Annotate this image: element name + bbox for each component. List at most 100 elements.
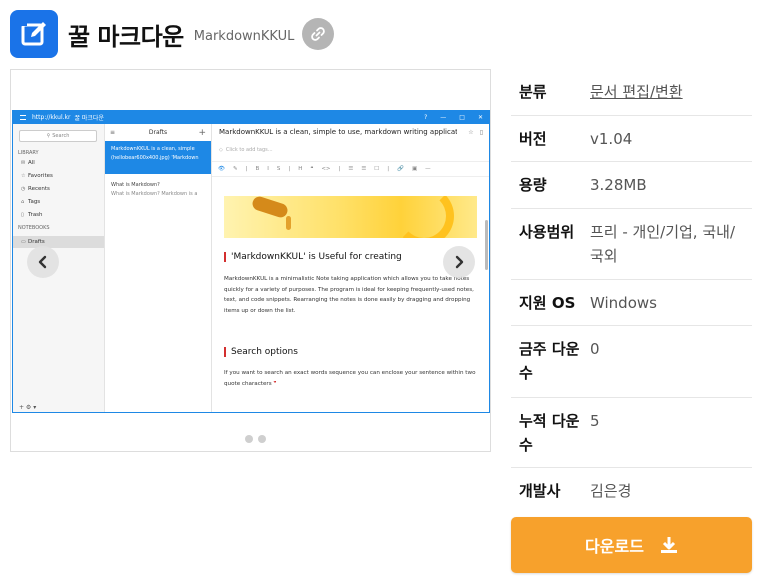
note-heading-1: 'MarkdownKKUL' is Useful for creating	[224, 252, 402, 262]
edit-mode-icon: ✎	[232, 166, 238, 172]
chevron-left-icon	[38, 255, 47, 269]
inner-scrollbar	[485, 220, 488, 270]
size-label: 용량	[519, 176, 547, 194]
info-row-weekly: 금주 다운수 0	[511, 326, 752, 398]
prev-slide-button[interactable]	[27, 246, 59, 278]
inner-titlebar: http://kkul.kr 꿀 마크다운 ? — □ ✕	[13, 111, 489, 124]
next-slide-button[interactable]	[443, 246, 475, 278]
inner-list-title: Drafts	[148, 129, 168, 136]
app-logo	[10, 10, 58, 58]
inner-item-all: ✉ All	[21, 160, 35, 166]
link-icon	[311, 27, 326, 41]
slide-dot-1[interactable]	[245, 435, 253, 443]
inner-item-recents: ◷ Recents	[21, 186, 50, 192]
inner-url: http://kkul.kr	[32, 114, 71, 121]
app-screenshot: http://kkul.kr 꿀 마크다운 ? — □ ✕ ⚲ Search LI…	[12, 110, 490, 413]
inner-note-title: MarkdownKKUL is a clean, simple to use, …	[219, 128, 457, 136]
quote-icon: ❝	[310, 166, 314, 172]
download-button[interactable]: 다운로드	[511, 517, 752, 573]
info-row-os: 지원 OS Windows	[511, 280, 752, 326]
inner-search: ⚲ Search	[19, 130, 97, 142]
image-insert-icon: ▣	[411, 166, 418, 172]
italic-icon: I	[267, 166, 269, 172]
chevron-right-icon	[455, 255, 464, 269]
inner-note-actions: ☆ ▯	[468, 129, 483, 136]
download-icon	[660, 537, 677, 553]
tag-icon: ⌂	[21, 199, 25, 205]
slide-dot-2[interactable]	[258, 435, 266, 443]
info-table: 분류 문서 편집/변환 버전 v1.04 용량 3.28MB 사용범위 프리 -…	[511, 69, 752, 514]
list-item: MarkdownKKUL is a clean, simple (hellobe…	[105, 141, 211, 174]
info-row-developer: 개발사 김은경	[511, 468, 752, 514]
os-label: 지원 OS	[519, 294, 576, 312]
trash-icon: ▯	[21, 212, 24, 218]
note-paragraph-2: If you want to search an exact words seq…	[224, 370, 476, 387]
library-label: LIBRARY	[18, 150, 39, 156]
note-heading-2: Search options	[224, 347, 298, 357]
menu-icon	[20, 115, 26, 120]
inner-item-drafts: ▭ Drafts	[13, 236, 104, 248]
download-label: 다운로드	[585, 537, 644, 556]
checkbox-icon: ☐	[374, 166, 380, 172]
clock-icon: ◷	[21, 186, 26, 192]
search-icon: ⚲	[46, 133, 51, 139]
inner-note-body: 'MarkdownKKUL' is Useful for creating Ma…	[224, 196, 477, 411]
close-control: ✕	[477, 114, 483, 121]
sort-icon: ≡	[110, 129, 116, 136]
bullet-list-icon: ☰	[348, 166, 354, 172]
favorite-icon: ☆	[468, 129, 474, 136]
os-value: Windows	[590, 294, 657, 312]
inner-sidebar-footer: + ⚙ ▾	[19, 404, 37, 411]
category-link[interactable]: 문서 편집/변환	[590, 80, 752, 115]
inner-list-header: ≡ Drafts +	[105, 124, 211, 141]
preview-icon: 👁	[218, 166, 225, 172]
developer-label: 개발사	[519, 482, 561, 500]
link-button[interactable]	[302, 18, 335, 50]
tag-icon: ◇	[219, 147, 223, 153]
version-label: 버전	[519, 130, 547, 148]
inner-sidebar: ⚲ Search LIBRARY ✉ All ☆ Favorites ◷ Recents…	[13, 124, 105, 412]
category-label: 분류	[519, 83, 547, 101]
inner-item-tags: ⌂ Tags	[21, 199, 41, 205]
code-icon: <>	[321, 166, 331, 172]
info-row-total: 누적 다운수 5	[511, 398, 752, 468]
list-item: What is Markdown? What is Markdown? Mark…	[111, 182, 198, 197]
total-downloads-value: 5	[590, 412, 600, 430]
info-row-size: 용량 3.28MB	[511, 162, 752, 209]
version-value: v1.04	[590, 130, 633, 148]
inner-tags: ◇ Click to add tags...	[219, 147, 273, 153]
info-row-version: 버전 v1.04	[511, 116, 752, 162]
inner-item-favorites: ☆ Favorites	[21, 173, 53, 179]
edit-icon	[21, 20, 46, 46]
slide-indicator	[245, 435, 266, 443]
total-downloads-label: 누적 다운수	[519, 412, 580, 454]
honey-banner-image	[224, 196, 477, 238]
bold-icon: B	[255, 166, 260, 172]
license-label: 사용범위	[519, 223, 575, 241]
notebooks-label: NOTEBOOKS	[18, 225, 50, 231]
toolbar-divider: |	[245, 166, 248, 172]
weekly-downloads-value: 0	[590, 340, 600, 358]
note-paragraph-1: MarkdownKKUL is a minimalistic Note taki…	[224, 276, 474, 314]
inner-note-list: ≡ Drafts + MarkdownKKUL is a clean, simp…	[105, 124, 212, 412]
folder-icon: ▭	[21, 239, 26, 245]
screenshot-viewer: http://kkul.kr 꿀 마크다운 ? — □ ✕ ⚲ Search LI…	[10, 69, 491, 452]
hr-icon: —	[425, 166, 431, 172]
window-controls: ? — □ ✕	[424, 111, 483, 124]
weekly-downloads-label: 금주 다운수	[519, 340, 580, 382]
license-value: 프리 - 개인/기업, 국내/국외	[590, 223, 735, 265]
add-note-icon: +	[198, 127, 206, 138]
toolbar-divider: |	[288, 166, 291, 172]
developer-value: 김은경	[590, 482, 632, 500]
heading-icon: H	[298, 166, 303, 172]
info-row-license: 사용범위 프리 - 개인/기업, 국내/국외	[511, 209, 752, 280]
inner-app-name: 꿀 마크다운	[74, 115, 104, 122]
inner-item-trash: ▯ Trash	[21, 212, 43, 218]
inbox-icon: ✉	[21, 160, 26, 166]
strike-icon: S	[276, 166, 281, 172]
minimize-control: —	[440, 114, 447, 121]
app-title: 꿀 마크다운	[68, 22, 184, 51]
info-row-category: 분류 문서 편집/변환	[511, 69, 752, 116]
help-control: ?	[424, 114, 428, 121]
delete-icon: ▯	[479, 129, 483, 136]
